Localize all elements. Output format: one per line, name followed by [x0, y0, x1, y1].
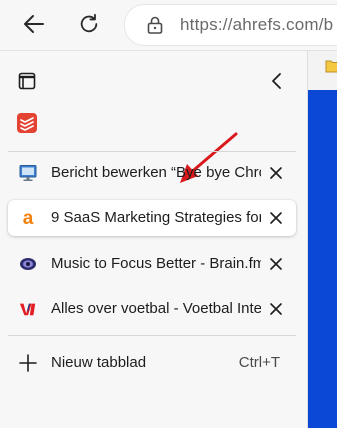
- tab-title: Bericht bewerken “Bye bye Chro: [51, 164, 261, 181]
- tab-item-active[interactable]: a 9 SaaS Marketing Strategies for: [8, 200, 296, 236]
- close-icon: [270, 303, 282, 315]
- address-bar[interactable]: https://ahrefs.com/b: [124, 4, 337, 46]
- bookmark-folder-icon[interactable]: [325, 59, 337, 78]
- plus-icon: [19, 354, 37, 372]
- brainfm-logo-icon: [19, 255, 37, 273]
- tab-title: 9 SaaS Marketing Strategies for: [51, 209, 261, 226]
- close-tab-button[interactable]: [266, 254, 286, 274]
- svg-text:a: a: [23, 209, 34, 227]
- refresh-button[interactable]: [71, 6, 107, 42]
- section-divider: [8, 151, 296, 152]
- refresh-icon: [80, 13, 98, 33]
- close-tab-button[interactable]: [266, 299, 286, 319]
- tab-title: Music to Focus Better - Brain.fm: [51, 255, 261, 272]
- ahrefs-logo-icon: a: [19, 209, 37, 227]
- vi-logo-icon: [19, 300, 37, 318]
- vertical-tabs-panel: Bericht bewerken “Bye bye Chro a 9 SaaS …: [0, 51, 307, 428]
- todoist-icon: [17, 113, 37, 133]
- window-layout-icon: [18, 72, 36, 90]
- wordpress-monitor-icon: [19, 164, 37, 182]
- todoist-button[interactable]: [12, 108, 42, 138]
- url-text: https://ahrefs.com/b: [180, 15, 334, 34]
- section-divider: [8, 335, 296, 336]
- new-tab-label: Nieuw tabblad: [51, 354, 147, 371]
- close-icon: [270, 258, 282, 270]
- tab-item[interactable]: Bericht bewerken “Bye bye Chro: [8, 155, 296, 191]
- tab-item[interactable]: Alles over voetbal - Voetbal Inte: [8, 291, 296, 327]
- browser-toolbar: https://ahrefs.com/b: [0, 0, 337, 50]
- chevron-left-icon: [272, 73, 281, 89]
- close-icon: [270, 212, 282, 224]
- back-arrow-icon: [24, 15, 44, 33]
- tab-actions-button[interactable]: [12, 66, 42, 96]
- back-button[interactable]: [16, 6, 52, 42]
- close-tab-button[interactable]: [266, 163, 286, 183]
- browser-window: https://ahrefs.com/b Bericht bewerken “B…: [0, 0, 337, 428]
- tab-title: Alles over voetbal - Voetbal Inte: [51, 300, 261, 317]
- close-tab-button[interactable]: [266, 208, 286, 228]
- new-tab-button[interactable]: Nieuw tabblad Ctrl+T: [8, 345, 296, 381]
- tab-item[interactable]: Music to Focus Better - Brain.fm: [8, 246, 296, 282]
- close-icon: [270, 167, 282, 179]
- page-background: [308, 90, 337, 428]
- page-content-area: [307, 51, 337, 428]
- collapse-panel-button[interactable]: [262, 66, 292, 96]
- lock-icon[interactable]: [147, 16, 165, 34]
- keyboard-shortcut: Ctrl+T: [238, 354, 280, 371]
